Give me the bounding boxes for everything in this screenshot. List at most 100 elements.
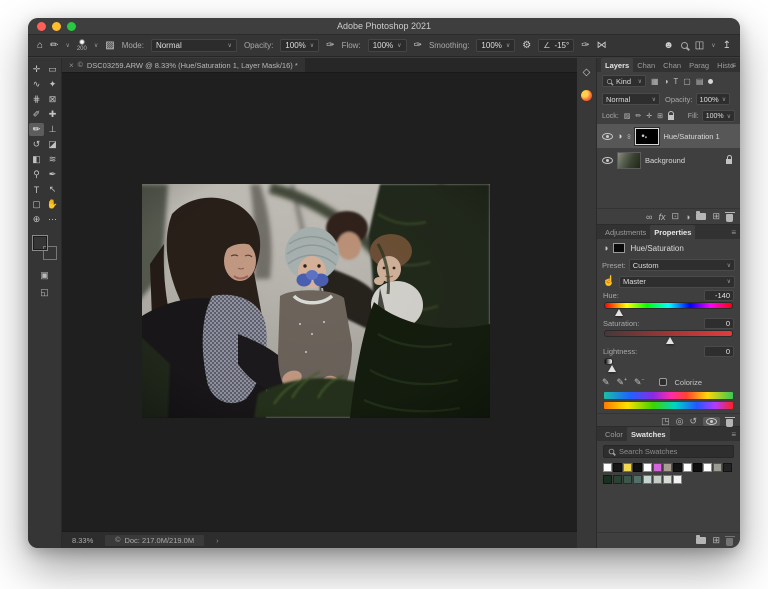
color-swatch[interactable]: [633, 463, 642, 472]
close-window-button[interactable]: [37, 22, 46, 31]
color-swatch[interactable]: [633, 475, 642, 484]
brush-tool[interactable]: ✏: [29, 123, 44, 136]
new-swatch-group-icon[interactable]: [696, 535, 707, 544]
targeted-adjustment-icon[interactable]: ☝: [602, 276, 616, 287]
type-tool[interactable]: T: [29, 183, 44, 196]
lock-position-icon[interactable]: ✛: [646, 112, 652, 120]
color-swatch[interactable]: [713, 463, 722, 472]
layer-name[interactable]: Hue/Saturation 1: [663, 132, 719, 141]
panel-menu-icon[interactable]: ≡: [731, 427, 736, 441]
screen-mode-icon[interactable]: ◱: [40, 287, 49, 298]
layer-mask-thumbnail[interactable]: [634, 126, 661, 146]
swatch-search-input[interactable]: [619, 447, 729, 456]
link-layers-icon[interactable]: ∞: [646, 212, 652, 222]
canvas[interactable]: [62, 73, 577, 531]
filter-adjustment-layers-icon[interactable]: ◑: [664, 77, 669, 86]
gradient-tool[interactable]: ◧: [29, 153, 44, 166]
brush-angle-field[interactable]: ∠ -15°: [538, 39, 575, 52]
view-previous-state-icon[interactable]: ◎: [676, 416, 684, 427]
hue-slider-thumb[interactable]: [615, 309, 624, 316]
pen-tool[interactable]: ✒: [45, 168, 60, 181]
minimize-window-button[interactable]: [52, 22, 61, 31]
title-bar[interactable]: Adobe Photoshop 2021: [28, 18, 740, 35]
smoothing-select[interactable]: 100% ∨: [476, 39, 516, 52]
mask-link-icon[interactable]: ∞: [625, 134, 632, 139]
path-selection-tool[interactable]: ↖: [45, 183, 60, 196]
swatch-search-box[interactable]: [603, 445, 734, 458]
magic-wand-tool[interactable]: ✦: [45, 78, 60, 91]
move-tool[interactable]: ✛: [29, 63, 44, 76]
color-swatch[interactable]: [703, 463, 712, 472]
new-adjustment-layer-icon[interactable]: ◑: [685, 212, 690, 222]
layer-effects-icon[interactable]: fx: [658, 212, 665, 222]
zoom-window-button[interactable]: [67, 22, 76, 31]
document-sizes[interactable]: © Doc: 217.0M/219.0M: [105, 534, 205, 546]
layer-filter-select[interactable]: Kind ∨: [602, 75, 646, 87]
lightness-slider[interactable]: [604, 358, 617, 372]
lasso-tool[interactable]: ∿: [29, 78, 44, 91]
saturation-slider-thumb[interactable]: [665, 337, 674, 344]
color-swatch[interactable]: [663, 463, 672, 472]
layer-blend-mode-select[interactable]: Normal ∨: [602, 93, 660, 105]
hue-value-field[interactable]: -140: [704, 290, 734, 301]
preset-select[interactable]: Custom ∨: [628, 259, 735, 271]
tab-layers[interactable]: Layers: [601, 58, 634, 72]
chevron-down-icon[interactable]: ∨: [711, 42, 715, 49]
blend-mode-select[interactable]: Normal ∨: [150, 39, 237, 52]
fill-select[interactable]: 100% ∨: [701, 110, 735, 122]
dodge-tool[interactable]: ⚲: [29, 168, 44, 181]
color-swatch[interactable]: [673, 475, 682, 484]
panel-menu-icon[interactable]: ≡: [731, 58, 736, 72]
tab-color[interactable]: Color: [601, 427, 627, 441]
color-swatch[interactable]: [643, 463, 652, 472]
chevron-down-icon[interactable]: ∨: [65, 42, 69, 49]
lightness-slider-thumb[interactable]: [608, 365, 617, 372]
lock-artboard-icon[interactable]: ⊞: [657, 112, 663, 120]
color-swatch[interactable]: [723, 463, 732, 472]
tab-channels[interactable]: Chan: [633, 58, 659, 72]
color-swatch[interactable]: [623, 463, 632, 472]
color-swatch[interactable]: [693, 463, 702, 472]
color-swatch[interactable]: [643, 475, 652, 484]
color-swatch[interactable]: [603, 475, 612, 484]
clip-to-layer-icon[interactable]: ◳: [661, 416, 670, 427]
smoothing-gear-icon[interactable]: ⚙: [522, 40, 531, 51]
layer-row-background[interactable]: Background: [597, 148, 740, 172]
tab-actions[interactable]: Actio: [738, 58, 740, 72]
panel-menu-icon[interactable]: ≡: [731, 225, 736, 239]
frame-tool[interactable]: ⊠: [45, 93, 60, 106]
hue-slider[interactable]: [604, 302, 733, 316]
symmetry-icon[interactable]: ⋈: [597, 40, 607, 51]
colorize-checkbox[interactable]: [659, 378, 668, 386]
marquee-tool[interactable]: ▭: [45, 63, 60, 76]
history-brush-tool[interactable]: ↺: [29, 138, 44, 151]
color-swatch[interactable]: [683, 463, 692, 472]
toggle-brush-settings-icon[interactable]: ▨: [105, 40, 114, 51]
filter-pixel-layers-icon[interactable]: ▦: [651, 77, 659, 86]
toggle-visibility-icon[interactable]: [703, 417, 720, 426]
close-tab-icon[interactable]: ×: [69, 61, 74, 70]
layer-thumbnail[interactable]: [617, 151, 641, 169]
brush-preset-picker[interactable]: 200: [77, 39, 87, 52]
color-wheel-panel-icon[interactable]: [580, 88, 594, 102]
airbrush-icon[interactable]: ✑: [414, 40, 422, 51]
filter-shape-layers-icon[interactable]: ▢: [683, 77, 691, 86]
color-swatch[interactable]: [663, 475, 672, 484]
eraser-tool[interactable]: ◪: [45, 138, 60, 151]
color-swatch[interactable]: [653, 475, 662, 484]
account-icon[interactable]: ☻: [663, 40, 674, 51]
tab-paths[interactable]: Chan: [659, 58, 685, 72]
blur-tool[interactable]: ≋: [45, 153, 60, 166]
crop-tool[interactable]: ⋕: [29, 93, 44, 106]
filter-type-layers-icon[interactable]: T: [673, 77, 678, 86]
zoom-level-field[interactable]: 8.33%: [72, 536, 93, 545]
status-options-icon[interactable]: ›: [216, 536, 219, 545]
add-layer-mask-icon[interactable]: ⊡: [671, 211, 679, 222]
lock-paint-icon[interactable]: ✏: [635, 112, 641, 120]
tab-swatches[interactable]: Swatches: [626, 427, 670, 441]
eyedropper-tool[interactable]: ✐: [29, 108, 44, 121]
edit-toolbar-button[interactable]: ⋯: [45, 213, 60, 226]
color-swatch[interactable]: [613, 463, 622, 472]
add-to-sample-eyedropper-icon[interactable]: ✎+: [617, 377, 627, 388]
saturation-value-field[interactable]: 0: [704, 318, 734, 329]
